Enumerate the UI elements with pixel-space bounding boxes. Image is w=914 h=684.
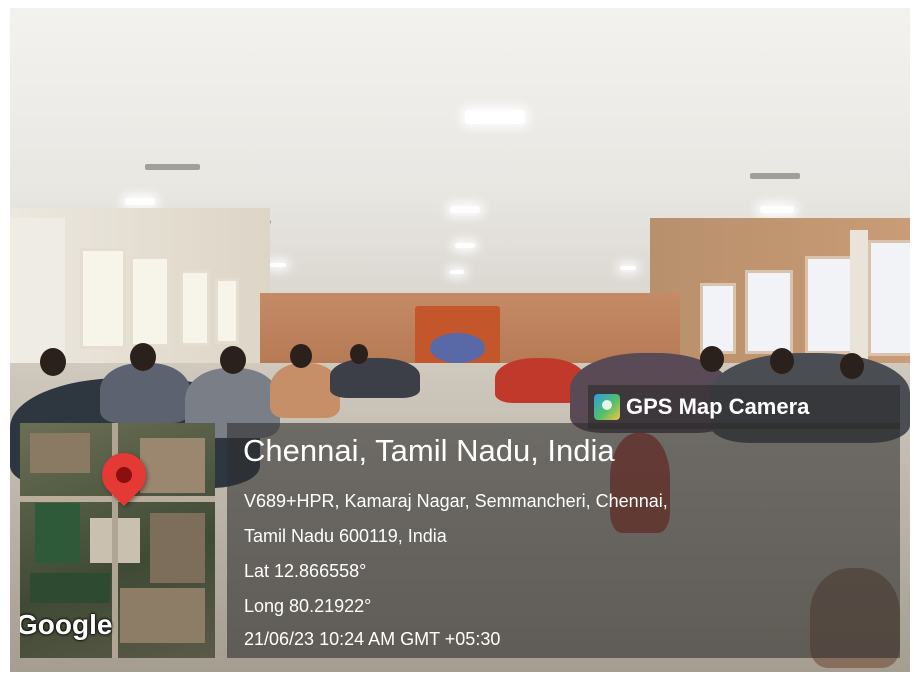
window <box>745 270 793 354</box>
location-pin-dot <box>116 467 132 483</box>
audience-member <box>100 363 190 423</box>
ceiling-light <box>760 206 794 213</box>
location-info-panel: Chennai, Tamil Nadu, India V689+HPR, Kam… <box>227 423 900 658</box>
audience-head <box>130 343 156 371</box>
stage-emblem <box>430 333 485 363</box>
audience-head <box>350 344 368 364</box>
ceiling-light <box>270 263 286 267</box>
map-building <box>150 513 205 583</box>
map-trees <box>30 573 110 603</box>
window <box>80 248 126 349</box>
audience-head <box>290 344 312 368</box>
address-line-2: Tamil Nadu 600119, India <box>244 526 447 546</box>
ceiling-vent <box>750 173 800 179</box>
audience-head <box>700 346 724 372</box>
gps-map-camera-icon <box>594 394 620 420</box>
timestamp: 21/06/23 10:24 AM GMT +05:30 <box>244 629 501 649</box>
audience-head <box>840 353 864 379</box>
map-building <box>30 433 90 473</box>
ceiling-vent <box>145 164 200 170</box>
window <box>868 240 910 356</box>
ceiling-light <box>465 110 525 124</box>
ceiling-light <box>455 243 475 248</box>
window <box>700 283 736 354</box>
latitude: Lat 12.866558° <box>244 561 367 581</box>
window <box>805 256 856 354</box>
audience-head <box>770 348 794 374</box>
audience-member <box>330 358 420 398</box>
badge-label: GPS Map Camera <box>626 394 810 419</box>
satellite-map-thumbnail: Google <box>20 423 215 658</box>
audience-head <box>220 346 246 374</box>
location-title: Chennai, Tamil Nadu, India <box>243 433 615 468</box>
ceiling-light <box>450 206 480 213</box>
map-building <box>140 438 205 493</box>
longitude: Long 80.21922° <box>244 596 372 616</box>
window <box>180 270 210 346</box>
map-trees <box>35 503 80 563</box>
ceiling-light <box>125 198 155 205</box>
address-line-1: V689+HPR, Kamaraj Nagar, Semmancheri, Ch… <box>244 491 668 511</box>
ceiling-light <box>450 270 464 274</box>
audience-head <box>40 348 66 376</box>
ceiling-light <box>620 266 636 270</box>
window <box>130 256 170 347</box>
map-building <box>120 588 205 643</box>
map-attribution: Google <box>20 609 113 640</box>
window <box>215 278 239 344</box>
